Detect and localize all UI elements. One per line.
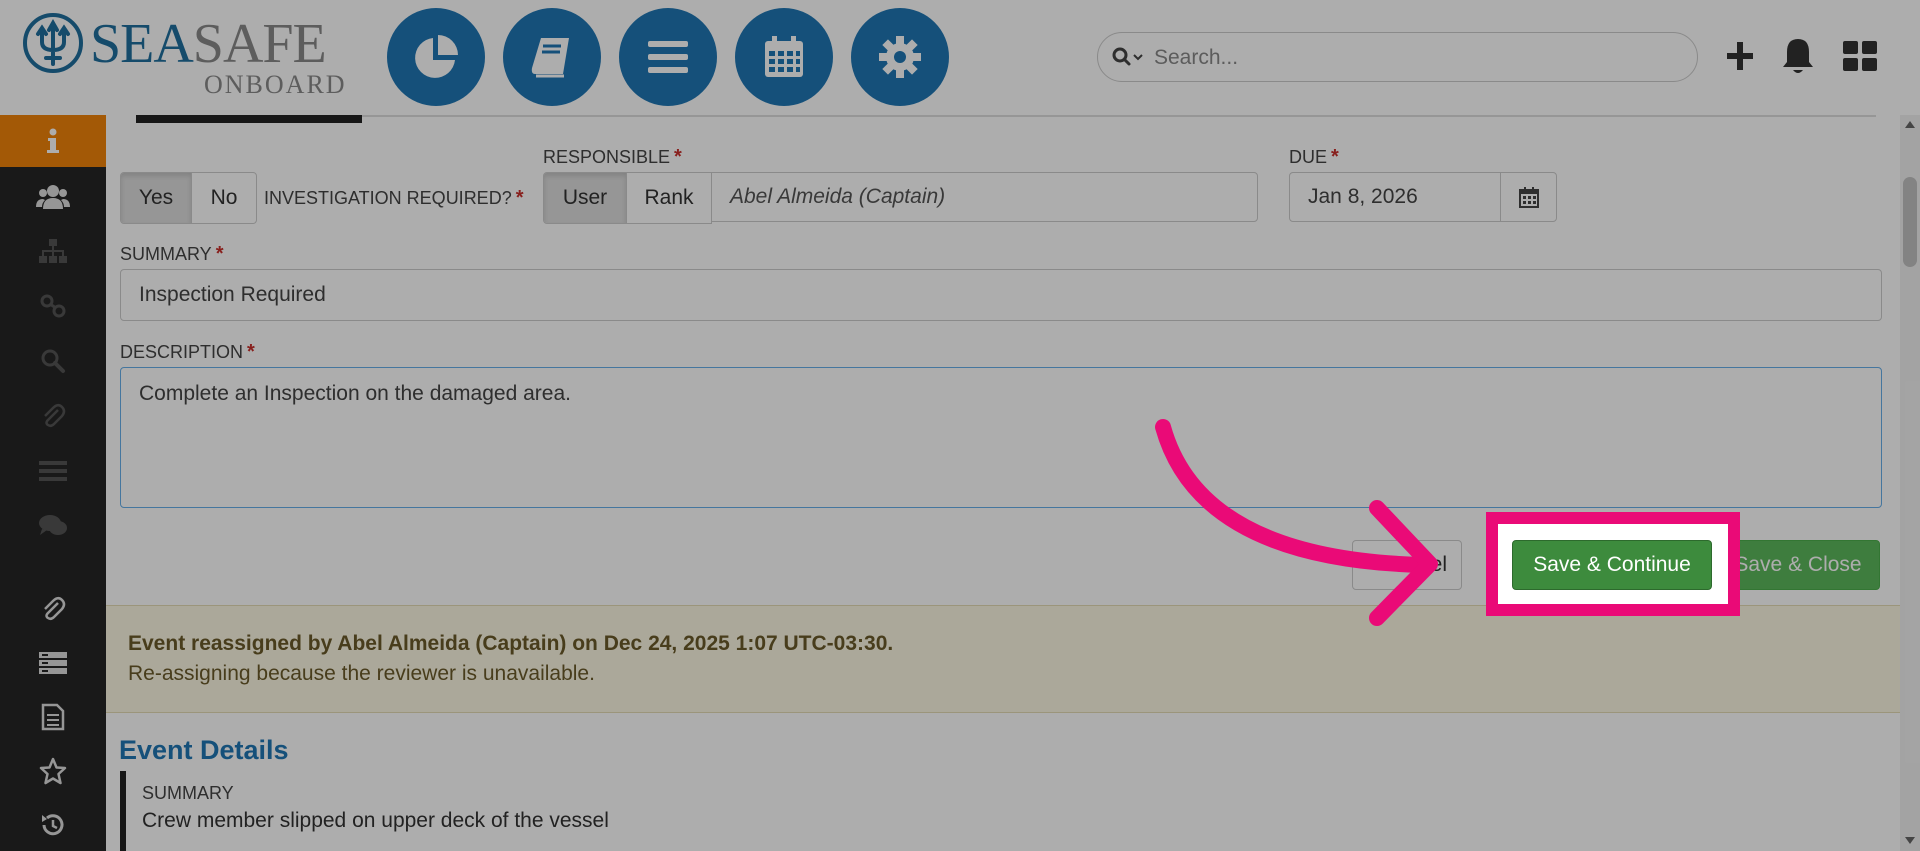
- paperclip-icon: [44, 597, 66, 621]
- sidebar: [0, 115, 106, 851]
- responsible-rank-button[interactable]: Rank: [627, 173, 711, 223]
- seasafe-logo[interactable]: SEASAFE ONBOARD: [22, 10, 352, 99]
- investigation-toggle: Yes No: [120, 172, 257, 224]
- top-navbar: SEASAFE ONBOARD: [0, 0, 1920, 115]
- stack-icon: [39, 652, 67, 674]
- active-tab-indicator: [136, 115, 362, 123]
- scroll-down-arrow-icon[interactable]: [1905, 837, 1915, 844]
- sidebar-item-users[interactable]: [0, 170, 106, 222]
- document-icon: [41, 703, 65, 731]
- sidebar-item-info[interactable]: [0, 115, 106, 167]
- calendar-icon: [765, 36, 803, 77]
- sidebar-item-search[interactable]: [0, 335, 106, 387]
- investigation-no-button[interactable]: No: [192, 173, 256, 223]
- responsible-label: RESPONSIBLE *: [543, 146, 682, 168]
- search-icon: [41, 349, 65, 373]
- history-icon: [42, 814, 64, 836]
- sidebar-item-documents[interactable]: [0, 691, 106, 743]
- settings-button[interactable]: [851, 8, 949, 106]
- grid-icon[interactable]: [1842, 36, 1878, 76]
- logbook-button[interactable]: [503, 8, 601, 106]
- event-summary-value: Crew member slipped on upper deck of the…: [142, 809, 609, 832]
- pie-chart-icon: [415, 35, 458, 78]
- summary-input[interactable]: Inspection Required: [120, 269, 1882, 321]
- reassignment-notice: Event reassigned by Abel Almeida (Captai…: [106, 605, 1900, 713]
- due-date-input[interactable]: Jan 8, 2026: [1289, 172, 1501, 222]
- chat-icon: [39, 515, 67, 535]
- link-icon: [40, 294, 66, 318]
- investigation-yes-button[interactable]: Yes: [121, 173, 192, 223]
- sidebar-item-stack[interactable]: [0, 637, 106, 689]
- sidebar-item-attachments[interactable]: [0, 583, 106, 635]
- plus-icon[interactable]: [1724, 36, 1756, 76]
- tab-divider: [136, 115, 1876, 117]
- bell-icon[interactable]: [1780, 36, 1816, 76]
- pointer-arrow-icon: [1155, 419, 1438, 626]
- page-scrollbar[interactable]: [1900, 115, 1920, 851]
- paperclip-icon: [44, 404, 66, 428]
- gear-icon: [879, 36, 921, 78]
- trident-logo-icon: [23, 13, 83, 73]
- menu-button[interactable]: [619, 8, 717, 106]
- search-dropdown-icon[interactable]: [1112, 47, 1146, 69]
- save-close-button[interactable]: Save & Close: [1716, 540, 1880, 590]
- book-icon: [531, 38, 569, 78]
- description-label: DESCRIPTION *: [120, 341, 255, 363]
- due-label: DUE *: [1289, 146, 1339, 168]
- logo-subtext: ONBOARD: [204, 70, 347, 99]
- responsible-type-toggle: User Rank: [543, 172, 712, 224]
- notice-heading: Event reassigned by Abel Almeida (Captai…: [128, 632, 894, 655]
- star-icon: [39, 757, 67, 785]
- search-input[interactable]: [1152, 41, 1676, 75]
- notice-reason: Re-assigning because the reviewer is una…: [128, 662, 595, 685]
- sidebar-item-history[interactable]: [0, 799, 106, 851]
- sidebar-item-hierarchy[interactable]: [0, 225, 106, 277]
- logo-wordmark: SEASAFE: [90, 13, 327, 75]
- info-icon: [47, 128, 59, 153]
- responsible-user-button[interactable]: User: [544, 173, 627, 223]
- investigation-label: INVESTIGATION REQUIRED? *: [264, 187, 524, 209]
- scroll-up-arrow-icon[interactable]: [1905, 121, 1915, 128]
- responsible-input[interactable]: Abel Almeida (Captain): [711, 172, 1258, 222]
- sidebar-item-attachments-muted[interactable]: [0, 390, 106, 442]
- sidebar-item-links[interactable]: [0, 280, 106, 332]
- global-search[interactable]: [1097, 32, 1698, 82]
- event-details-heading: Event Details: [119, 735, 289, 765]
- summary-label: SUMMARY *: [120, 243, 224, 265]
- sidebar-item-lines[interactable]: [0, 445, 106, 497]
- list-lines-icon: [39, 461, 67, 481]
- sitemap-icon: [39, 239, 67, 263]
- event-summary-label: SUMMARY: [142, 783, 234, 803]
- list-icon: [648, 41, 688, 73]
- save-continue-button[interactable]: Save & Continue: [1512, 540, 1712, 590]
- event-summary-block: SUMMARY Crew member slipped on upper dec…: [120, 771, 1886, 851]
- users-icon: [36, 185, 70, 209]
- sidebar-item-comments[interactable]: [0, 500, 106, 552]
- sidebar-item-favorites[interactable]: [0, 745, 106, 797]
- calendar-button[interactable]: [735, 8, 833, 106]
- main-content: Yes No INVESTIGATION REQUIRED? * RESPONSI…: [106, 115, 1900, 851]
- calendar-icon: [1518, 187, 1539, 208]
- dashboard-button[interactable]: [387, 8, 485, 106]
- scrollbar-thumb[interactable]: [1903, 177, 1917, 267]
- due-date-picker-button[interactable]: [1500, 172, 1557, 222]
- description-textarea[interactable]: Complete an Inspection on the damaged ar…: [120, 367, 1882, 508]
